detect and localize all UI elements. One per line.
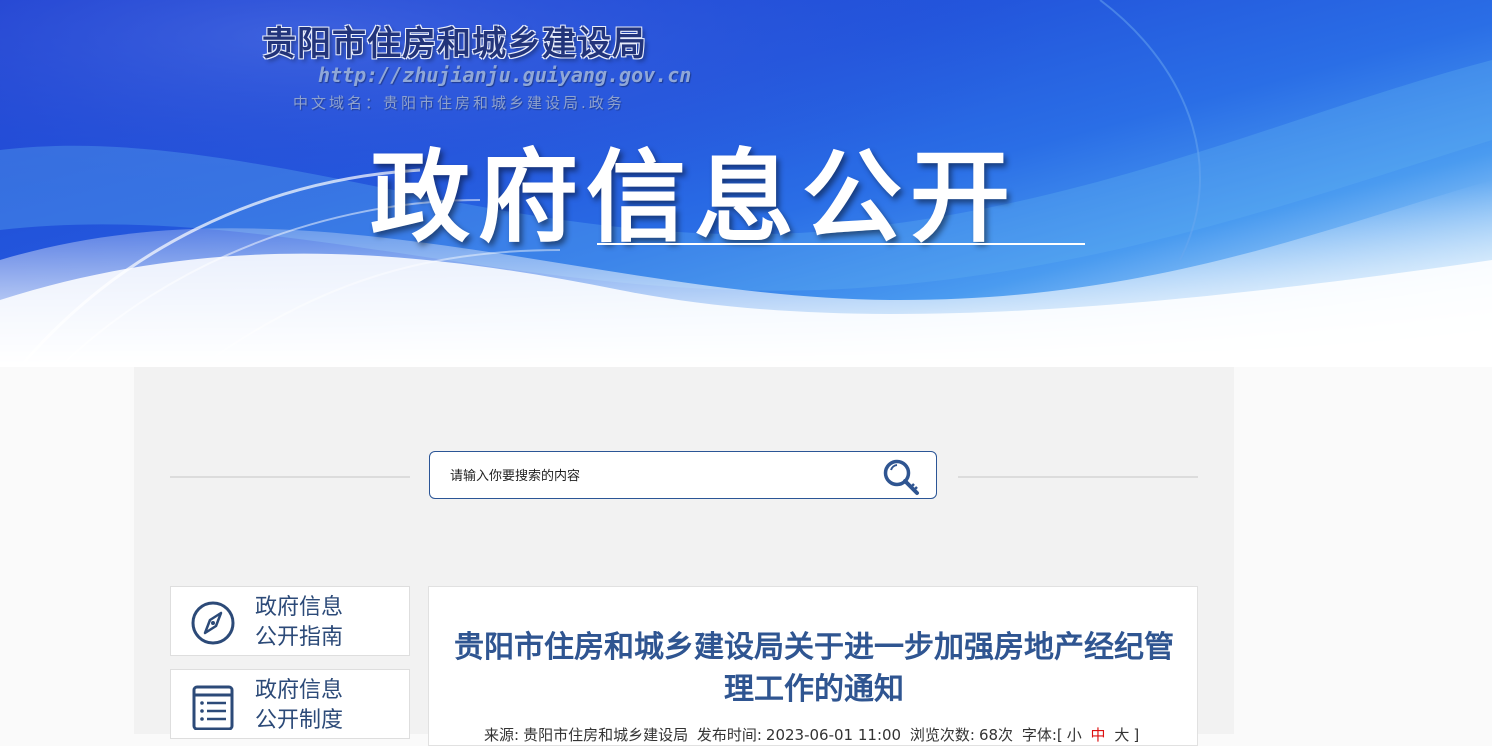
search-icon bbox=[883, 459, 919, 495]
font-size-close-bracket: ] bbox=[1133, 726, 1140, 744]
search-bar bbox=[429, 451, 937, 499]
font-size-medium-link[interactable]: 中 bbox=[1091, 726, 1106, 744]
font-size-small-link[interactable]: 小 bbox=[1067, 726, 1082, 744]
sidebar-item-label-line1: 政府信息 bbox=[255, 678, 344, 703]
source-label: 来源: bbox=[484, 726, 520, 744]
compass-icon bbox=[191, 601, 235, 645]
font-size-large-link[interactable]: 大 bbox=[1114, 726, 1129, 744]
sidebar-item-disclosure-guide[interactable]: 政府信息 公开指南 bbox=[170, 586, 410, 656]
header-banner: 贵阳市住房和城乡建设局 http://zhujianju.guiyang.gov… bbox=[0, 0, 1492, 367]
chinese-domain-name: 中文域名：贵阳市住房和城乡建设局.政务 bbox=[293, 94, 625, 112]
publish-time-value: 2023-06-01 11:00 bbox=[765, 726, 902, 744]
search-input[interactable] bbox=[448, 464, 872, 488]
source-value: 贵阳市住房和城乡建设局 bbox=[523, 726, 689, 744]
article-card: 贵阳市住房和城乡建设局关于进一步加强房地产经纪管理工作的通知 来源: 贵阳市住房和… bbox=[428, 586, 1198, 746]
sidebar-item-label-line2: 公开指南 bbox=[255, 625, 344, 650]
title-underline bbox=[597, 243, 1085, 245]
site-url: http://zhujianju.guiyang.gov.cn bbox=[318, 63, 692, 87]
site-name: 贵阳市住房和城乡建设局 bbox=[262, 24, 647, 64]
sidebar-item-label-line2: 公开制度 bbox=[255, 708, 344, 733]
font-size-label: 字体:[ bbox=[1021, 726, 1063, 744]
views-label: 浏览次数: bbox=[909, 726, 975, 744]
divider-left bbox=[170, 476, 410, 478]
document-list-icon bbox=[192, 685, 234, 730]
sidebar-item-label-line1: 政府信息 bbox=[255, 595, 344, 620]
search-button[interactable] bbox=[880, 456, 924, 496]
main-content-panel: 政府信息 公开指南 政府信息 公开制度 贵阳市住房和城乡建设局关于进一步加强房地… bbox=[134, 367, 1234, 746]
publish-time-label: 发布时间: bbox=[696, 726, 762, 744]
divider-right bbox=[958, 476, 1198, 478]
sidebar-item-disclosure-system[interactable]: 政府信息 公开制度 bbox=[170, 669, 410, 739]
article-meta: 来源: 贵阳市住房和城乡建设局 发布时间: 2023-06-01 11:00 浏览次… bbox=[484, 724, 1143, 745]
page-title: 政府信息公开 bbox=[370, 139, 1018, 256]
views-value: 68次 bbox=[978, 726, 1014, 744]
article-title: 贵阳市住房和城乡建设局关于进一步加强房地产经纪管理工作的通知 bbox=[454, 630, 1174, 707]
